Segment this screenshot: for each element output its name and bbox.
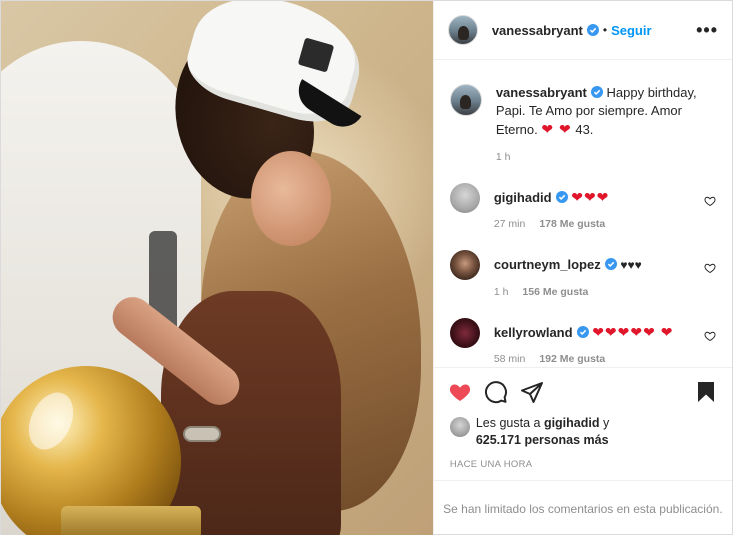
comments-limited-text: Se han limitado los comentarios en esta … <box>443 501 723 516</box>
likes-summary: Les gusta a gigihadid y 625.171 personas… <box>434 415 732 449</box>
comment-text: gigihadid ❤❤❤ <box>494 189 690 206</box>
like-comment-icon[interactable] <box>704 262 716 274</box>
share-icon[interactable] <box>520 380 544 404</box>
comment-item: kellyrowland ❤❤❤❤❤ ❤ 58 min 192 Me gusta <box>449 318 716 365</box>
post-side-panel: vanessabryant • Seguir ••• vanessabryant… <box>432 1 732 535</box>
caption-text: vanessabryant Happy birthday, Papi. Te A… <box>496 84 716 139</box>
comment-avatar[interactable] <box>449 183 480 213</box>
comment-meta: 1 h 156 Me gusta <box>494 286 690 298</box>
author-username[interactable]: vanessabryant <box>492 23 583 38</box>
post-timestamp[interactable]: HACE UNA HORA <box>434 449 732 470</box>
heart-icon[interactable] <box>448 380 472 404</box>
comments-limited-notice: Se han limitado los comentarios en esta … <box>433 480 732 535</box>
verified-badge-icon <box>604 258 617 270</box>
caption-username[interactable]: vanessabryant <box>496 85 587 100</box>
like-comment-icon[interactable] <box>704 195 716 207</box>
comment-meta: 27 min 178 Me gusta <box>494 218 690 230</box>
more-options-icon[interactable]: ••• <box>696 21 718 39</box>
comment-icon[interactable] <box>484 380 508 404</box>
comment-item: courtneym_lopez ♥♥♥ 1 h 156 Me gusta <box>449 250 716 298</box>
comment-likes[interactable]: 192 Me gusta <box>539 353 605 365</box>
comment-time: 27 min <box>493 218 526 230</box>
post-photo[interactable] <box>1 1 433 535</box>
likes-text: Les gusta a gigihadid y 625.171 personas… <box>476 415 609 449</box>
comment-likes[interactable]: 178 Me gusta <box>539 218 605 230</box>
comment-username[interactable]: gigihadid <box>494 190 552 205</box>
follow-button[interactable]: Seguir <box>611 23 651 38</box>
verified-badge-icon <box>586 24 599 36</box>
comment-username[interactable]: kellyrowland <box>494 325 573 340</box>
comment-text: courtneym_lopez ♥♥♥ <box>494 256 690 274</box>
likes-avatar <box>449 417 470 437</box>
comment-meta: 58 min 192 Me gusta <box>494 353 690 365</box>
likes-user[interactable]: gigihadid <box>544 416 600 430</box>
likes-prefix: Les gusta a <box>475 416 541 430</box>
photo-woman-body <box>161 291 341 535</box>
photo-woman-face <box>251 151 331 246</box>
comment-item: gigihadid ❤❤❤ 27 min 178 Me gusta <box>449 183 716 230</box>
post-header: vanessabryant • Seguir ••• <box>433 1 732 60</box>
separator-dot: • <box>602 23 608 37</box>
verified-badge-icon <box>576 326 589 338</box>
comment-likes[interactable]: 156 Me gusta <box>522 286 588 298</box>
photo-trophy-base <box>61 506 201 535</box>
comment-hearts: ♥♥♥ <box>620 258 642 272</box>
caption-meta: 1 h <box>496 151 716 163</box>
comment-time: 58 min <box>493 353 526 365</box>
comment-hearts: ❤❤❤❤❤ ❤ <box>592 324 674 340</box>
caption-suffix: 43. <box>575 122 594 137</box>
photo-watch <box>183 426 221 442</box>
likes-count[interactable]: 625.171 personas más <box>476 433 609 447</box>
comment-text: kellyrowland ❤❤❤❤❤ ❤ <box>494 324 690 341</box>
caption-avatar[interactable] <box>449 84 482 116</box>
comment-hearts: ❤❤❤ <box>571 189 610 205</box>
likes-connector: y <box>602 416 610 430</box>
comment-avatar[interactable] <box>449 318 480 348</box>
comments-list[interactable]: vanessabryant Happy birthday, Papi. Te A… <box>434 60 732 367</box>
author-avatar[interactable] <box>447 15 478 45</box>
caption-time: 1 h <box>495 151 511 163</box>
verified-badge-icon <box>555 191 568 203</box>
instagram-post: vanessabryant • Seguir ••• vanessabryant… <box>0 0 733 535</box>
comment-time: 1 h <box>493 286 509 298</box>
verified-badge-icon <box>590 86 603 98</box>
caption-hearts: ❤ ❤ <box>541 121 572 137</box>
save-bookmark-icon[interactable] <box>694 380 718 404</box>
comment-avatar[interactable] <box>449 250 480 280</box>
comment-username[interactable]: courtneym_lopez <box>494 257 601 272</box>
like-comment-icon[interactable] <box>704 330 716 342</box>
action-bar <box>433 367 732 415</box>
post-caption: vanessabryant Happy birthday, Papi. Te A… <box>449 60 716 163</box>
